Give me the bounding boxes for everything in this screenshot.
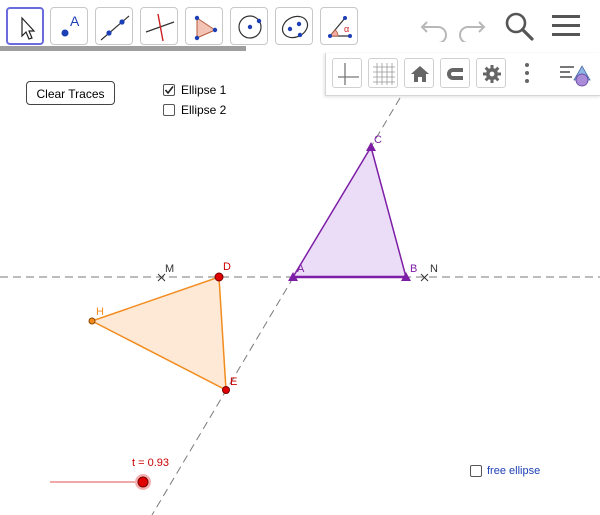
free-ellipse-label: free ellipse <box>487 465 541 477</box>
clear-traces-button[interactable]: Clear Traces <box>26 81 115 105</box>
view-toggle-icon[interactable] <box>558 59 594 89</box>
label-n: N <box>430 263 438 275</box>
ellipse2-label: Ellipse 2 <box>181 103 227 117</box>
ellipse2-checkbox-box[interactable] <box>163 104 175 116</box>
more-vertical-icon[interactable] <box>520 61 534 87</box>
ellipse-icon <box>281 15 309 39</box>
free-ellipse-checkbox-box[interactable] <box>470 465 482 477</box>
slider-label: t = 0.93 <box>132 457 169 469</box>
checkmark-icon <box>164 86 174 95</box>
redo-icon[interactable] <box>454 12 488 42</box>
axes-toggle-button[interactable] <box>332 58 362 88</box>
ellipse1-checkbox-box[interactable] <box>163 84 175 96</box>
label-a: A <box>297 263 305 275</box>
menu-icon[interactable] <box>550 12 582 40</box>
label-e: E <box>230 376 237 388</box>
style-bar <box>325 53 600 96</box>
label-m: M <box>165 263 174 275</box>
ellipse1-label: Ellipse 1 <box>181 83 227 97</box>
point-h[interactable] <box>88 317 96 325</box>
toolbar-scroll-indicator <box>0 46 246 51</box>
magnet-icon <box>447 68 463 80</box>
ellipse-tool[interactable] <box>275 7 313 45</box>
angle-tool[interactable]: α <box>320 7 358 45</box>
search-icon[interactable] <box>502 10 536 42</box>
move-tool[interactable] <box>6 7 44 45</box>
point-e[interactable] <box>222 386 230 394</box>
toolbar: A α <box>0 0 600 52</box>
slider-knob[interactable] <box>137 476 149 488</box>
gear-icon <box>483 65 501 83</box>
circle-tool[interactable] <box>230 7 268 45</box>
undo-icon[interactable] <box>418 12 452 42</box>
polygon-tool[interactable] <box>185 7 223 45</box>
home-icon <box>411 66 429 82</box>
label-d: D <box>223 261 231 273</box>
label-c: C <box>374 134 382 146</box>
point-tool-letter: A <box>70 13 80 29</box>
angle-symbol: α <box>344 24 350 34</box>
grid-toggle-button[interactable] <box>368 58 398 88</box>
line-icon <box>100 15 130 41</box>
point-d[interactable] <box>214 272 224 282</box>
perpendicular-line-icon <box>145 13 175 42</box>
triangle-deh[interactable] <box>90 275 227 392</box>
snapping-button[interactable] <box>440 58 470 88</box>
point-tool[interactable]: A <box>50 7 88 45</box>
angle-icon <box>328 16 352 38</box>
axes-icon <box>338 63 359 85</box>
cursor-arrow-icon <box>21 16 36 40</box>
home-button[interactable] <box>404 58 434 88</box>
perpendicular-line-tool[interactable] <box>140 7 178 45</box>
line-tool[interactable] <box>95 7 133 45</box>
triangle-abc[interactable] <box>291 145 407 278</box>
polygon-icon <box>194 15 218 41</box>
settings-button[interactable] <box>476 58 506 88</box>
grid-icon <box>373 63 395 85</box>
label-h: H <box>96 306 104 318</box>
label-b: B <box>410 263 417 275</box>
circle-icon <box>238 15 262 39</box>
